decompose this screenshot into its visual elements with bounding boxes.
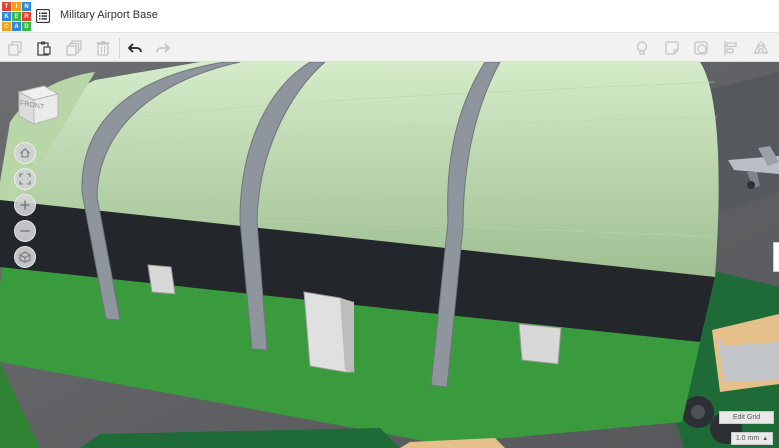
hangar-window[interactable]: [147, 264, 176, 295]
logo-letter: D: [22, 22, 31, 31]
logo-letter: C: [2, 22, 11, 31]
logo-letter: E: [12, 12, 21, 21]
shape-icon[interactable]: [690, 37, 712, 59]
zoom-in-icon[interactable]: [14, 194, 36, 216]
duplicate-icon[interactable]: [63, 37, 85, 59]
delete-icon[interactable]: [92, 37, 114, 59]
home-view-icon[interactable]: [14, 142, 36, 164]
paste-icon[interactable]: [33, 37, 55, 59]
logo-letter: K: [2, 12, 11, 21]
mirror-icon[interactable]: [750, 37, 772, 59]
chevron-up-icon: ▲: [762, 435, 769, 442]
light-bulb-icon[interactable]: [631, 37, 653, 59]
snap-grid-select[interactable]: 1.0 mm ▲: [731, 432, 773, 445]
top-bar: T I N K E R C A D Military Airport Base: [0, 0, 779, 33]
side-panel-toggle[interactable]: [773, 242, 779, 272]
snap-grid-value: 1.0 mm: [735, 435, 760, 442]
zoom-out-icon[interactable]: [14, 220, 36, 242]
logo-letter: R: [22, 12, 31, 21]
view-cube[interactable]: FRONT: [14, 82, 60, 128]
align-icon[interactable]: [720, 37, 742, 59]
design-title[interactable]: Military Airport Base: [60, 9, 158, 21]
copy-icon[interactable]: [4, 37, 26, 59]
toolbar-divider: [119, 38, 120, 58]
logo-letter: N: [22, 2, 31, 11]
perspective-icon[interactable]: [14, 246, 36, 268]
workplane-viewport[interactable]: FRONT Edit Grid 1.0 mm ▲: [0, 62, 779, 448]
redo-icon[interactable]: [152, 37, 174, 59]
logo-letter: A: [12, 22, 21, 31]
scene-render: [0, 62, 779, 448]
undo-icon[interactable]: [124, 37, 146, 59]
fit-view-icon[interactable]: [14, 168, 36, 190]
design-list-icon[interactable]: [35, 8, 51, 24]
edit-grid-button[interactable]: Edit Grid: [719, 411, 774, 424]
logo-letter: I: [12, 2, 21, 11]
hangar-window[interactable]: [518, 323, 562, 365]
logo-letter: T: [2, 2, 11, 11]
tinkercad-logo[interactable]: T I N K E R C A D: [2, 2, 31, 31]
edit-toolbar: [0, 33, 779, 62]
note-icon[interactable]: [661, 37, 683, 59]
